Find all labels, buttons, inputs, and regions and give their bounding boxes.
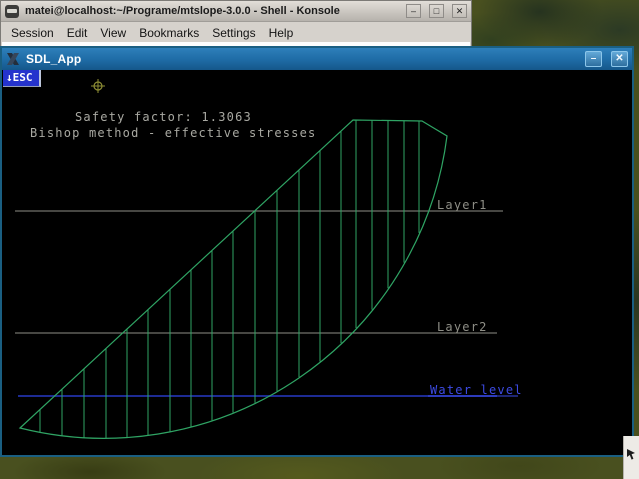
menu-settings[interactable]: Settings <box>212 26 255 40</box>
menu-view[interactable]: View <box>100 26 126 40</box>
minimize-button[interactable]: – <box>406 4 421 18</box>
konsole-window: matei@localhost:~/Programe/mtslope-3.0.0… <box>0 0 472 47</box>
close-button[interactable]: ✕ <box>611 51 628 67</box>
menu-bookmarks[interactable]: Bookmarks <box>139 26 199 40</box>
background-window-edge <box>623 436 639 479</box>
konsole-menubar: Session Edit View Bookmarks Settings Hel… <box>1 22 471 43</box>
terminal-icon <box>5 4 19 18</box>
water-level-label: Water level <box>430 383 523 397</box>
mouse-cursor-icon <box>627 449 635 460</box>
menu-edit[interactable]: Edit <box>67 26 88 40</box>
sdl-app-window: SDL_App – ✕ ↓ESC Layer1 Layer2 Water level… <box>0 46 634 457</box>
menu-help[interactable]: Help <box>269 26 294 40</box>
diagram-title-2: Bishop method - effective stresses <box>30 126 316 140</box>
konsole-window-title: matei@localhost:~/Programe/mtslope-3.0.0… <box>25 5 340 17</box>
minimize-button[interactable]: – <box>585 51 602 67</box>
sdl-titlebar[interactable]: SDL_App – ✕ <box>2 48 632 70</box>
close-button[interactable]: ✕ <box>452 4 467 18</box>
layer-label-2: Layer2 <box>437 320 488 334</box>
desktop: matei@localhost:~/Programe/mtslope-3.0.0… <box>0 0 639 479</box>
slope-diagram: Layer1 Layer2 Water level Safety factor: 1.… <box>15 79 523 439</box>
esc-hint-button[interactable]: ↓ESC <box>3 70 41 87</box>
sdl-content: ↓ESC Layer1 Layer2 Water level Safety facto… <box>2 70 632 455</box>
maximize-button[interactable]: □ <box>429 4 444 18</box>
x11-icon <box>7 53 19 65</box>
layer-label-1: Layer1 <box>437 198 488 212</box>
konsole-titlebar[interactable]: matei@localhost:~/Programe/mtslope-3.0.0… <box>1 1 471 22</box>
menu-session[interactable]: Session <box>11 26 54 40</box>
diagram-title-1: Safety factor: 1.3063 <box>75 110 252 124</box>
sdl-window-title: SDL_App <box>26 52 82 66</box>
